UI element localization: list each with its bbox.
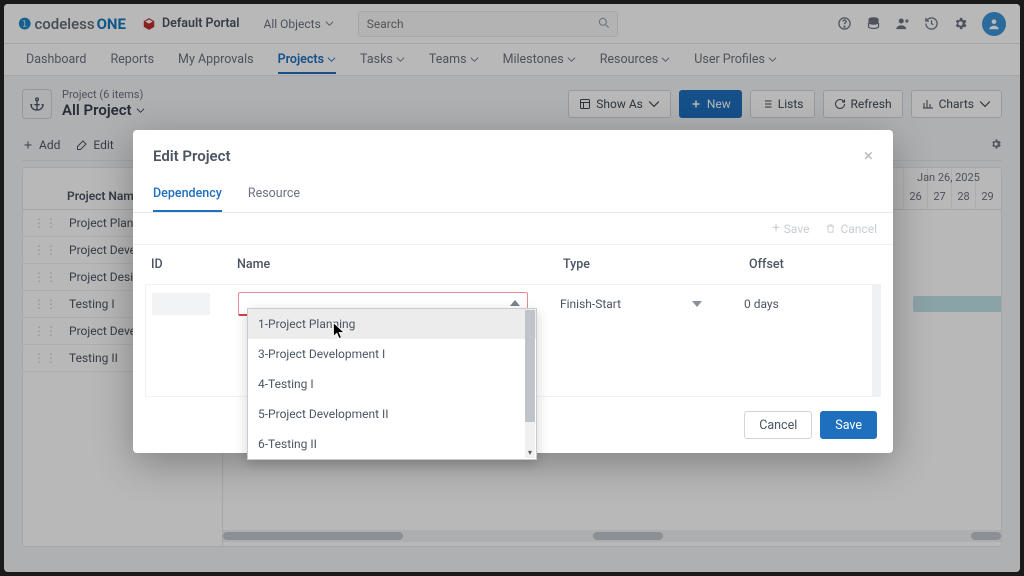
dropdown-option[interactable]: 4-Testing I	[248, 369, 536, 399]
col-name: Name	[237, 257, 563, 272]
col-offset: Offset	[749, 257, 875, 272]
col-type: Type	[563, 257, 749, 272]
modal-title: Edit Project	[153, 147, 231, 165]
dropdown-option[interactable]: 3-Project Development I	[248, 339, 536, 369]
trash-icon	[825, 223, 836, 234]
dropdown-option[interactable]: 1-Project Planning	[248, 309, 536, 339]
chevron-up-icon	[510, 300, 520, 306]
tab-dependency[interactable]: Dependency	[153, 176, 222, 212]
id-input[interactable]	[152, 293, 210, 315]
dropdown-option[interactable]: 5-Project Development II	[248, 399, 536, 429]
inline-save-button: +Save	[772, 221, 809, 236]
tab-resource[interactable]: Resource	[248, 176, 300, 212]
inline-cancel-label: Cancel	[840, 222, 877, 236]
dropdown-scrollbar[interactable]: ▾	[525, 310, 535, 458]
cancel-button[interactable]: Cancel	[744, 411, 812, 439]
vertical-scrollbar[interactable]	[872, 285, 880, 397]
chevron-down-icon	[692, 301, 702, 307]
inline-save-label: Save	[784, 222, 810, 236]
type-value: Finish-Start	[560, 297, 621, 311]
dropdown-scroll-thumb[interactable]	[525, 310, 535, 422]
inline-cancel-button: Cancel	[825, 222, 877, 236]
save-button[interactable]: Save	[820, 411, 877, 439]
offset-value: 0 days	[744, 297, 779, 311]
type-dropdown[interactable]: Finish-Start	[560, 297, 720, 311]
close-icon[interactable]: ×	[864, 146, 873, 166]
col-id: ID	[151, 257, 237, 272]
scroll-down-icon[interactable]: ▾	[525, 448, 535, 458]
dropdown-option[interactable]: 6-Testing II	[248, 429, 536, 459]
name-dropdown-list: 1-Project Planning3-Project Development …	[247, 308, 537, 460]
cursor-icon	[332, 321, 347, 341]
